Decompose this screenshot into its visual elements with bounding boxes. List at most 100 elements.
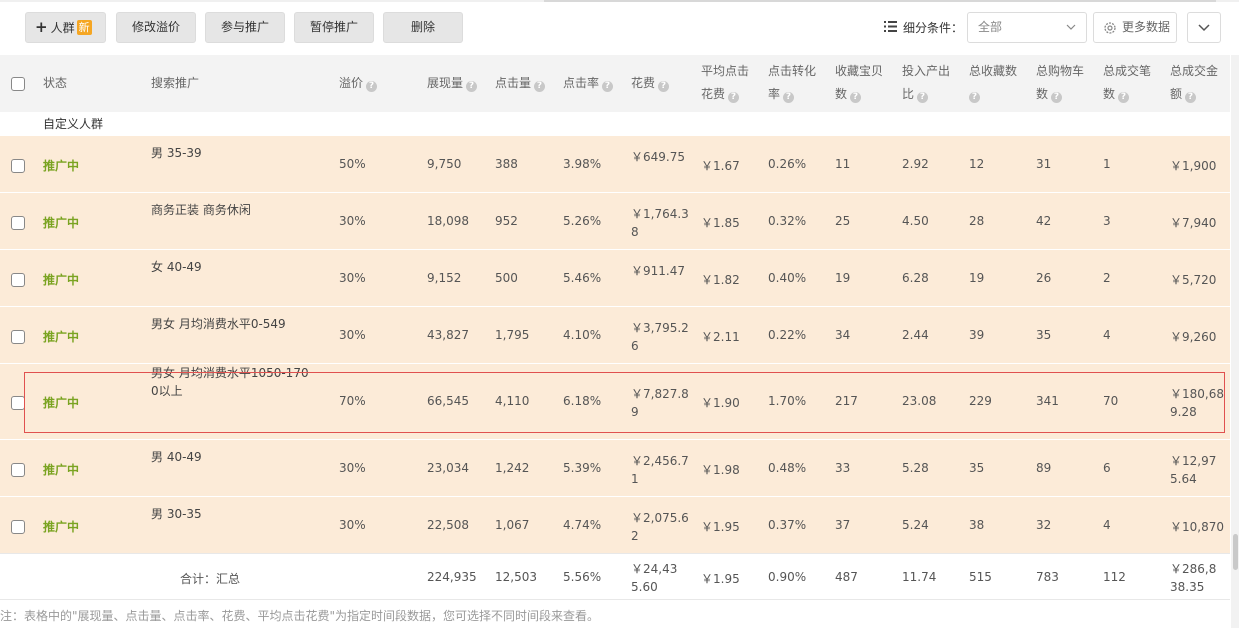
gmv-cell: ￥7,940 xyxy=(1170,216,1217,230)
header-impressions: 展现量? xyxy=(427,72,478,95)
orders-cell: 3 xyxy=(1103,214,1111,228)
gmv-cell: ￥5,720 xyxy=(1170,273,1217,287)
cvr-cell: 0.32% xyxy=(768,214,807,228)
status-label: 推广中 xyxy=(43,159,80,173)
status-label: 推广中 xyxy=(43,396,80,410)
row-checkbox[interactable] xyxy=(11,463,25,477)
join-promotion-button[interactable]: 参与推广 xyxy=(205,12,285,43)
chevron-down-icon xyxy=(1066,24,1076,30)
help-icon[interactable]: ? xyxy=(728,92,740,103)
header-status: 状态 xyxy=(43,76,68,90)
modify-premium-button[interactable]: 修改溢价 xyxy=(116,12,196,43)
premium-cell: 30% xyxy=(339,518,366,532)
total-fav-cell: 38 xyxy=(969,518,985,532)
help-icon[interactable]: ? xyxy=(658,81,670,92)
add-crowd-button[interactable]: + 人群新 xyxy=(25,12,106,43)
avg-cpc-cell: ￥1.98 xyxy=(701,463,740,477)
total-fav-cell: 12 xyxy=(969,157,985,171)
help-icon[interactable]: ? xyxy=(1185,92,1197,103)
impressions-cell: 18,098 xyxy=(427,214,469,228)
select-all-checkbox[interactable] xyxy=(11,77,25,91)
cvr-cell: 0.22% xyxy=(768,328,807,342)
footnote: 注：表格中的"展现量、点击量、点击率、花费、平均点击花费"为指定时间段数据，您可… xyxy=(0,609,600,623)
fav-items-cell: 34 xyxy=(835,328,851,342)
cart-cell: 42 xyxy=(1036,214,1052,228)
gmv-cell: ￥12,975.64 xyxy=(1170,454,1217,486)
orders-cell: 1 xyxy=(1103,157,1111,171)
ctr-cell: 5.26% xyxy=(563,214,602,228)
filter-select[interactable]: 全部 xyxy=(967,12,1087,43)
table-row[interactable]: 推广中 男 40-49 30% 23,034 1,242 5.39% ￥1.98 0.48% 3… xyxy=(0,440,1230,497)
row-checkbox[interactable] xyxy=(11,396,25,410)
avg-cpc-cell: ￥1.95 xyxy=(701,520,740,534)
roi-cell: 5.24 xyxy=(902,518,929,532)
header-cart: 总购物车数? xyxy=(1036,64,1085,103)
help-icon[interactable]: ? xyxy=(366,81,378,92)
help-icon[interactable]: ? xyxy=(602,81,614,92)
scrollbar-thumb[interactable] xyxy=(1233,534,1238,570)
avg-cpc-cell: ￥1.85 xyxy=(701,216,740,230)
help-icon[interactable]: ? xyxy=(783,92,795,103)
crowd-name: 商务正装 商务休闲 xyxy=(151,203,251,217)
group-label: 自定义人群 xyxy=(43,117,104,131)
help-icon[interactable]: ? xyxy=(534,81,546,92)
more-data-button[interactable]: 更多数据 xyxy=(1093,12,1177,43)
cost-cell: ￥911.47 xyxy=(631,264,685,278)
header-roi: 投入产出比? xyxy=(902,64,951,103)
help-icon[interactable]: ? xyxy=(917,92,929,103)
list-icon xyxy=(884,21,897,32)
table-row[interactable]: 推广中 男 35-39 50% 9,750 388 3.98% ￥1.67 0.26% 11 2.… xyxy=(0,136,1230,193)
row-checkbox[interactable] xyxy=(11,330,25,344)
header-fav-items: 收藏宝贝数? xyxy=(835,64,884,103)
gear-icon xyxy=(1104,22,1116,34)
top-tab-border xyxy=(544,0,1216,2)
premium-cell: 30% xyxy=(339,271,366,285)
header-orders: 总成交笔数? xyxy=(1103,64,1152,103)
ctr-cell: 4.10% xyxy=(563,328,602,342)
help-icon[interactable]: ? xyxy=(466,81,478,92)
plus-icon: + xyxy=(35,18,48,36)
delete-button[interactable]: 删除 xyxy=(383,12,463,43)
table-row[interactable]: 推广中 商务正装 商务休闲 30% 18,098 952 5.26% ￥1.85 0.32% 2… xyxy=(0,193,1230,250)
table-row[interactable]: 推广中 男 30-35 30% 22,508 1,067 4.74% ￥1.95 0.37% 3… xyxy=(0,497,1230,554)
cart-cell: 26 xyxy=(1036,271,1052,285)
fav-items-cell: 37 xyxy=(835,518,851,532)
total-cart: 783 xyxy=(1036,570,1059,584)
row-checkbox[interactable] xyxy=(11,520,25,534)
help-icon[interactable]: ? xyxy=(1118,92,1130,103)
status-label: 推广中 xyxy=(43,273,80,287)
header-avg-cpc: 平均点击 花费? xyxy=(701,64,750,103)
impressions-cell: 9,152 xyxy=(427,271,462,285)
help-icon[interactable]: ? xyxy=(850,92,862,103)
header-total-fav: 总收藏数? xyxy=(969,64,1018,103)
clicks-cell: 388 xyxy=(495,157,518,171)
cost-cell: ￥649.75 xyxy=(631,150,685,164)
row-checkbox[interactable] xyxy=(11,159,25,173)
clicks-cell: 952 xyxy=(495,214,518,228)
table-row[interactable]: 推广中 女 40-49 30% 9,152 500 5.46% ￥1.82 0.40% 19 6.… xyxy=(0,250,1230,307)
header-search: 搜索推广 xyxy=(151,76,200,90)
row-checkbox[interactable] xyxy=(11,273,25,287)
gmv-cell: ￥9,260 xyxy=(1170,330,1217,344)
orders-cell: 4 xyxy=(1103,328,1111,342)
expand-toggle-button[interactable] xyxy=(1187,12,1221,43)
clicks-cell: 1,067 xyxy=(495,518,530,532)
row-checkbox[interactable] xyxy=(11,216,25,230)
total-fav-cell: 35 xyxy=(969,461,985,475)
table-row[interactable]: 推广中 男女 月均消费水平0-549 30% 43,827 1,795 4.10% ￥2.1… xyxy=(0,307,1230,364)
crowd-name: 男 35-39 xyxy=(151,146,202,160)
premium-cell: 70% xyxy=(339,394,366,408)
header-gmv: 总成交金额? xyxy=(1170,64,1219,103)
total-impressions: 224,935 xyxy=(427,570,477,584)
roi-cell: 2.92 xyxy=(902,157,929,171)
total-avg-cpc: ￥1.95 xyxy=(701,572,740,586)
cart-cell: 89 xyxy=(1036,461,1052,475)
header-cost: 花费? xyxy=(631,72,670,95)
pause-promotion-button[interactable]: 暂停推广 xyxy=(294,12,374,43)
help-icon[interactable]: ? xyxy=(1051,92,1063,103)
roi-cell: 5.28 xyxy=(902,461,929,475)
cost-cell: ￥1,764.38 xyxy=(631,207,689,239)
help-icon[interactable]: ? xyxy=(969,92,980,103)
table-row[interactable]: 推广中 男女 月均消费水平1050-1700以上 70% 66,545 4,110 6.1… xyxy=(0,364,1230,440)
chevron-down-icon xyxy=(1198,24,1210,32)
